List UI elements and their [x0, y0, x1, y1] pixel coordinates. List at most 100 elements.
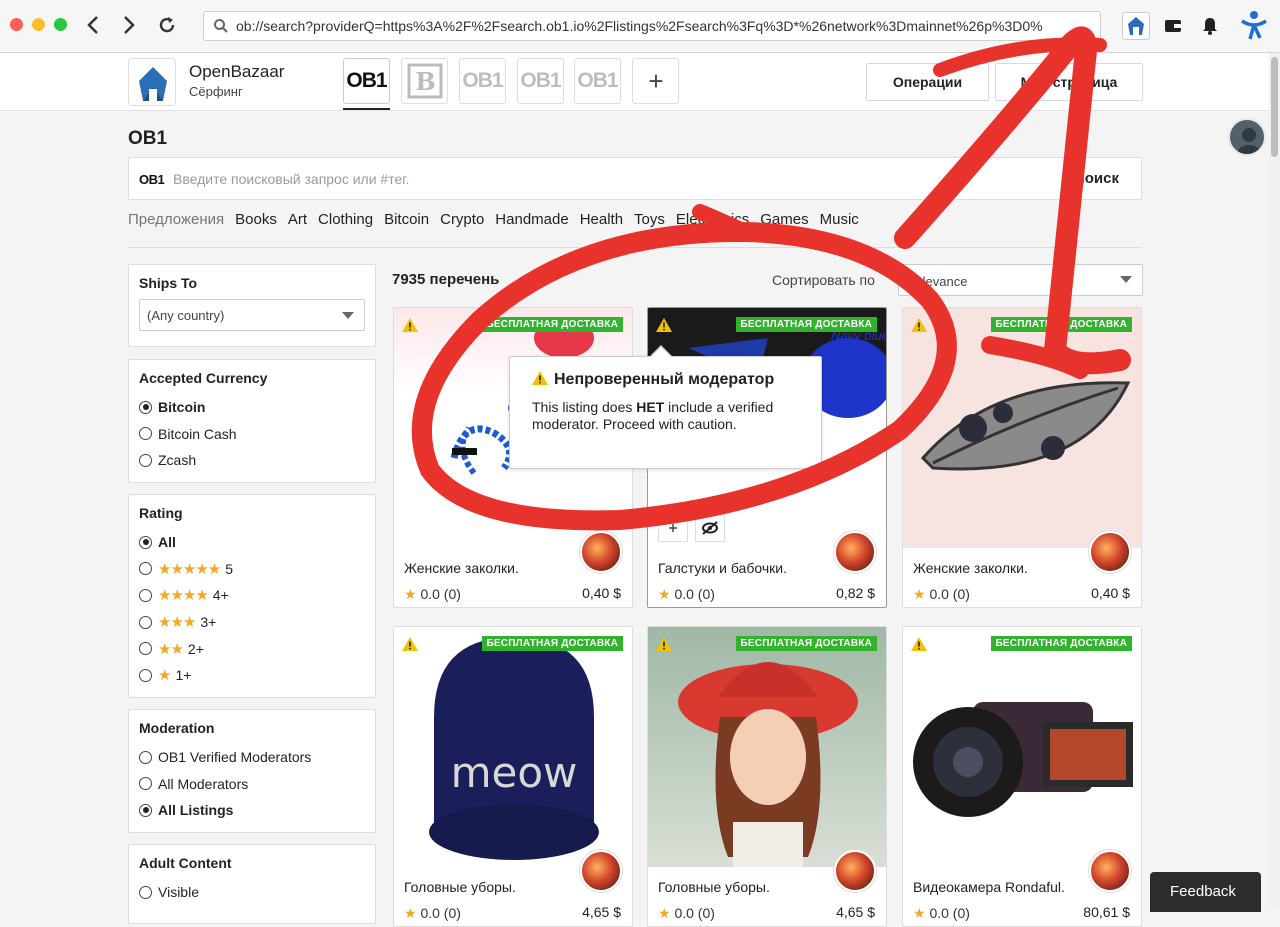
category-crypto[interactable]: Crypto	[440, 211, 484, 228]
radio-selected[interactable]	[139, 803, 152, 817]
address-bar[interactable]: ob://search?providerQ=https%3A%2F%2Fsear…	[203, 11, 1101, 41]
warning-icon[interactable]	[656, 637, 672, 656]
listing-title[interactable]: Женские заколки.	[404, 560, 519, 576]
wallet-icon[interactable]	[1159, 12, 1187, 40]
listing-title[interactable]: Видеокамера Rondaful.	[913, 879, 1065, 895]
accessibility-icon[interactable]	[1237, 8, 1271, 42]
category-clothing[interactable]: Clothing	[318, 211, 373, 228]
category-games[interactable]: Games	[760, 211, 808, 228]
scrollbar-thumb[interactable]	[1271, 57, 1278, 157]
minimize-window-button[interactable]	[32, 18, 45, 31]
listing-card[interactable]: БЕСПЛАТНАЯ ДОСТАВКА Видеокамера Rondaful…	[902, 626, 1142, 927]
hide-listing-icon[interactable]	[695, 514, 725, 542]
category-art[interactable]: Art	[288, 211, 307, 228]
moderation-option-all-moderators[interactable]: All Moderators	[139, 771, 365, 798]
rating-option-all[interactable]: All	[139, 529, 365, 556]
radio[interactable]	[139, 885, 152, 899]
listing-title[interactable]: Женские заколки.	[913, 560, 1028, 576]
category-electronics[interactable]: Electronics	[676, 211, 749, 228]
sort-select[interactable]: Relevance	[898, 264, 1143, 296]
listing-image[interactable]: meow	[394, 627, 632, 867]
seller-avatar[interactable]	[1089, 531, 1131, 573]
add-provider-button[interactable]: +	[632, 58, 679, 104]
listing-image[interactable]	[903, 627, 1141, 867]
seller-avatar[interactable]	[834, 531, 876, 573]
back-icon[interactable]	[78, 10, 108, 40]
seller-avatar[interactable]	[580, 531, 622, 573]
category-suggestions[interactable]: Предложения	[128, 211, 224, 228]
radio-selected[interactable]	[139, 535, 152, 549]
warning-icon[interactable]	[402, 637, 418, 656]
category-books[interactable]: Books	[235, 211, 277, 228]
feedback-button[interactable]: Feedback	[1150, 872, 1261, 912]
rating-option-5[interactable]: ★★★★★ 5	[139, 556, 365, 583]
seller-avatar[interactable]	[1089, 850, 1131, 892]
seller-avatar[interactable]	[580, 850, 622, 892]
listing-card[interactable]: meow БЕСПЛАТНАЯ ДОСТАВКА Головные уборы.…	[393, 626, 633, 927]
forward-icon[interactable]	[114, 10, 144, 40]
listing-title[interactable]: Головные уборы.	[658, 879, 770, 895]
rating-option-3[interactable]: ★★★ 3+	[139, 609, 365, 636]
rating-option-4[interactable]: ★★★★ 4+	[139, 582, 365, 609]
currency-option-bitcoin[interactable]: Bitcoin	[139, 394, 365, 421]
moderation-option-all-listings[interactable]: All Listings	[139, 797, 365, 824]
radio[interactable]	[139, 777, 152, 791]
filter-title: Adult Content	[139, 855, 232, 871]
rating-option-1[interactable]: ★ 1+	[139, 662, 365, 689]
warning-icon[interactable]	[911, 637, 927, 656]
reload-icon[interactable]	[152, 10, 182, 40]
radio[interactable]	[139, 588, 152, 602]
my-page-button[interactable]: Моя страница	[995, 63, 1143, 101]
category-handmade[interactable]: Handmade	[495, 211, 568, 228]
openbazaar-logo[interactable]	[128, 58, 176, 106]
listing-title[interactable]: Галстуки и бабочки.	[658, 560, 787, 576]
radio[interactable]	[139, 750, 152, 764]
listing-card[interactable]: БЕСПЛАТНАЯ ДОСТАВКА Головные уборы. ★ 0.…	[647, 626, 887, 927]
search-button[interactable]: Поиск	[1074, 170, 1119, 187]
listing-image[interactable]	[903, 308, 1141, 548]
page-scrollbar[interactable]	[1269, 53, 1280, 908]
provider-tab-bazaar[interactable]: B	[401, 58, 448, 104]
search-input[interactable]	[171, 168, 1051, 190]
radio[interactable]	[139, 453, 152, 467]
radio[interactable]	[139, 427, 152, 441]
category-music[interactable]: Music	[820, 211, 859, 228]
radio-selected[interactable]	[139, 400, 152, 414]
currency-option-bitcoin-cash[interactable]: Bitcoin Cash	[139, 421, 365, 448]
warning-icon[interactable]	[656, 318, 672, 337]
listing-price: 4,65 $	[836, 904, 875, 920]
provider-tab-ob1-4[interactable]: OB1	[574, 58, 621, 104]
listing-title[interactable]: Головные уборы.	[404, 879, 516, 895]
listing-price: 80,61 $	[1083, 904, 1130, 920]
radio[interactable]	[139, 562, 152, 576]
provider-tab-ob1-2[interactable]: OB1	[459, 58, 506, 104]
provider-tab-label: OB1	[520, 69, 561, 92]
currency-option-zcash[interactable]: Zcash	[139, 447, 365, 474]
provider-tab-ob1-active[interactable]: OB1	[343, 58, 390, 104]
unverified-moderator-tooltip: Непроверенный модератор This listing doe…	[509, 345, 822, 469]
provider-tab-ob1-3[interactable]: OB1	[517, 58, 564, 104]
adult-option-visible[interactable]: Visible	[139, 879, 365, 906]
category-toys[interactable]: Toys	[634, 211, 665, 228]
notifications-bell-icon[interactable]	[1196, 12, 1224, 40]
store-avatar-icon[interactable]	[1122, 12, 1150, 40]
close-window-button[interactable]	[10, 18, 23, 31]
radio[interactable]	[139, 642, 152, 656]
seller-avatar[interactable]	[834, 850, 876, 892]
rating-option-2[interactable]: ★★ 2+	[139, 635, 365, 662]
warning-icon[interactable]	[911, 318, 927, 337]
warning-icon[interactable]	[402, 318, 418, 337]
category-bitcoin[interactable]: Bitcoin	[384, 211, 429, 228]
maximize-window-button[interactable]	[54, 18, 67, 31]
radio[interactable]	[139, 615, 152, 629]
listing-rating: ★ 0.0 (0)	[913, 586, 970, 603]
transactions-button[interactable]: Операции	[866, 63, 989, 101]
category-health[interactable]: Health	[580, 211, 623, 228]
listing-image[interactable]	[648, 627, 886, 867]
add-to-cart-icon[interactable]	[658, 514, 688, 542]
ships-to-select[interactable]: (Any country)	[139, 299, 365, 331]
user-avatar[interactable]	[1228, 118, 1266, 156]
listing-card[interactable]: БЕСПЛАТНАЯ ДОСТАВКА Женские заколки. ★ 0…	[902, 307, 1142, 608]
radio[interactable]	[139, 668, 152, 682]
moderation-option-verified[interactable]: OB1 Verified Moderators	[139, 744, 365, 771]
